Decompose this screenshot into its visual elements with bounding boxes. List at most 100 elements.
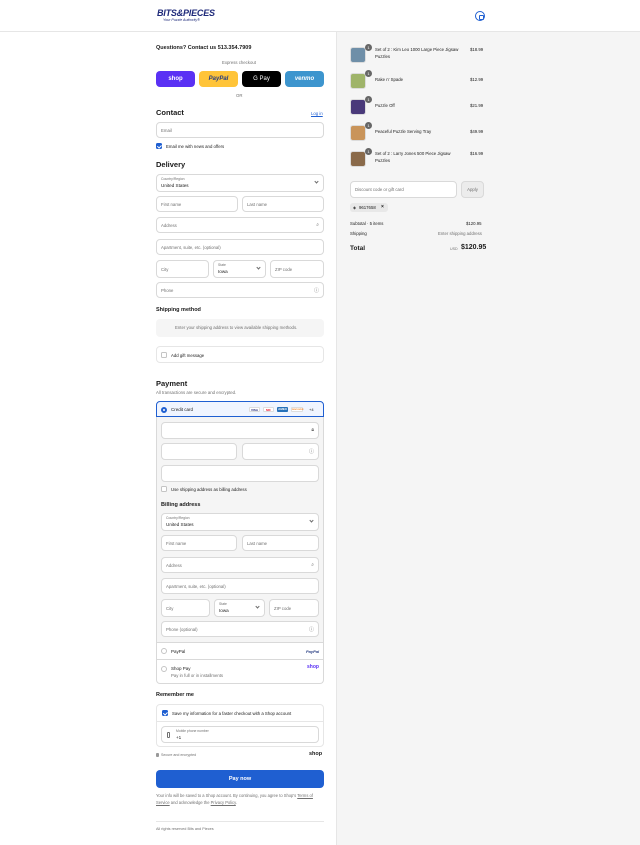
billing-first-name-field[interactable]: First name [161, 535, 237, 551]
privacy-policy-link[interactable]: Privacy Policy [211, 800, 236, 805]
security-code-field[interactable]: ⓘ [242, 443, 319, 460]
tag-icon: ◈ [353, 205, 357, 210]
paypal-option[interactable]: PayPal PayPal [156, 642, 324, 660]
product-thumbnail [350, 151, 366, 167]
visa-icon: VISA [249, 407, 260, 412]
secure-label: Secure and encrypted [161, 753, 197, 757]
terms-intro: Your info will be saved to a Shop accoun… [156, 793, 297, 798]
apply-label: Apply [467, 187, 478, 192]
delivery-title: Delivery [156, 160, 186, 169]
save-info-checkbox[interactable] [162, 710, 168, 716]
help-icon[interactable]: ⓘ [309, 626, 314, 633]
product-thumbnail [350, 47, 366, 63]
quantity-badge: 1 [365, 44, 372, 51]
billing-city-field[interactable]: City [161, 599, 210, 617]
address-placeholder: Address [161, 223, 177, 228]
city-field[interactable]: City [156, 260, 209, 278]
shop-pay-label: shop [168, 76, 183, 82]
gift-checkbox[interactable] [161, 352, 167, 358]
phone-field[interactable]: Phone ⓘ [156, 282, 324, 298]
apartment-field[interactable]: Apartment, suite, etc. (optional) [156, 239, 324, 255]
discover-icon: DISCOVER [291, 407, 304, 412]
news-checkbox[interactable] [156, 143, 162, 149]
help-icon[interactable]: ⓘ [314, 287, 319, 294]
product-price: $49.99 [470, 129, 484, 134]
billing-state-value: Iowa [219, 607, 229, 613]
logo-text: BITS&PIECES [157, 8, 215, 18]
payment-subtitle: All transactions are secure and encrypte… [156, 390, 237, 395]
save-info-label: Save my information for a faster checkou… [172, 711, 292, 716]
chevron-down-icon [314, 179, 319, 184]
footer-rights: All rights reserved Bits and Pieces [156, 827, 214, 831]
country-select[interactable]: Country/Region United States [156, 174, 324, 192]
news-label: Email me with news and offers [166, 144, 225, 149]
billing-country-label: Country/Region [166, 516, 190, 520]
phone-placeholder: Phone [161, 288, 174, 293]
name-on-card-field[interactable] [161, 465, 319, 482]
paypal-button[interactable]: PayPal [199, 71, 238, 87]
subtotal-label: Subtotal · 5 items [350, 221, 384, 226]
help-icon[interactable]: ⓘ [309, 448, 314, 455]
first-name-field[interactable]: First name [156, 196, 238, 212]
gift-message-row[interactable]: Add gift message [156, 346, 324, 363]
use-shipping-checkbox[interactable] [161, 486, 167, 492]
billing-phone-field[interactable]: Phone (optional) ⓘ [161, 621, 319, 637]
billing-address-field[interactable]: Address ⌕ [161, 557, 319, 573]
cart-bag-icon[interactable] [475, 11, 485, 21]
logo[interactable]: BITS&PIECES Your Puzzle Authority® [157, 8, 215, 22]
state-select[interactable]: State Iowa [213, 260, 266, 278]
country-label: Country/Region [161, 177, 185, 181]
billing-state-select[interactable]: State Iowa [214, 599, 265, 617]
state-value: Iowa [218, 268, 228, 274]
paypal-radio[interactable] [161, 648, 167, 654]
last-name-placeholder: Last name [247, 202, 268, 207]
mobile-phone-value: +1 [176, 735, 182, 740]
shop-pay-button[interactable]: shop [156, 71, 195, 87]
product-price: $12.99 [470, 77, 484, 82]
google-pay-button[interactable]: G Pay [242, 71, 281, 87]
subtotal-value: $120.95 [466, 221, 482, 226]
billing-last-name-placeholder: Last name [247, 541, 268, 546]
terms-text: Your info will be saved to a Shop accoun… [156, 793, 324, 806]
zip-field[interactable]: ZIP code [270, 260, 324, 278]
or-divider: OR [236, 93, 243, 98]
last-name-field[interactable]: Last name [242, 196, 324, 212]
amex-icon: AMEX [277, 407, 288, 412]
pay-now-button[interactable]: Pay now [156, 770, 324, 788]
quantity-badge: 1 [365, 148, 372, 155]
shoppay-option[interactable]: Shop Pay Pay in full or in installments … [156, 660, 324, 684]
mobile-phone-field[interactable]: Mobile phone number +1 [161, 726, 319, 743]
first-name-placeholder: First name [161, 202, 182, 207]
product-thumbnail [350, 99, 366, 115]
venmo-button[interactable]: venmo [285, 71, 324, 87]
total-label: Total [350, 245, 366, 252]
discount-code-field[interactable]: Discount code or gift card [350, 181, 457, 198]
product-name: Puzzle Off [375, 103, 395, 108]
contact-title: Contact [156, 108, 184, 117]
billing-country-select[interactable]: Country/Region United States [161, 513, 319, 531]
logo-tagline: Your Puzzle Authority® [163, 18, 200, 22]
chevron-down-icon [309, 518, 314, 523]
login-link[interactable]: Log in [311, 111, 323, 116]
credit-card-option[interactable]: Credit card VISA MC AMEX DISCOVER +4 [156, 401, 324, 417]
expiration-field[interactable] [161, 443, 237, 460]
contact-phone-heading: Questions? Contact us 513.354.7909 [156, 45, 252, 51]
terms-period: . [235, 799, 237, 805]
shoppay-radio[interactable] [161, 666, 167, 672]
billing-address-title: Billing address [161, 502, 201, 508]
billing-last-name-field[interactable]: Last name [242, 535, 319, 551]
shoppay-option-label: Shop Pay [171, 666, 191, 671]
email-field[interactable]: Email [156, 122, 324, 138]
billing-phone-placeholder: Phone (optional) [166, 627, 198, 632]
card-number-field[interactable]: 🔒︎ [161, 422, 319, 439]
billing-zip-field[interactable]: ZIP code [269, 599, 319, 617]
chevron-down-icon [256, 265, 261, 270]
apply-button[interactable]: Apply [461, 181, 484, 198]
address-field[interactable]: Address ⌕ [156, 217, 324, 233]
mobile-phone-icon [167, 732, 170, 738]
close-icon[interactable]: × [381, 204, 384, 210]
search-icon: ⌕ [311, 562, 314, 568]
credit-card-radio[interactable] [161, 407, 167, 413]
billing-apartment-field[interactable]: Apartment, suite, etc. (optional) [161, 578, 319, 594]
billing-address-placeholder: Address [166, 563, 182, 568]
